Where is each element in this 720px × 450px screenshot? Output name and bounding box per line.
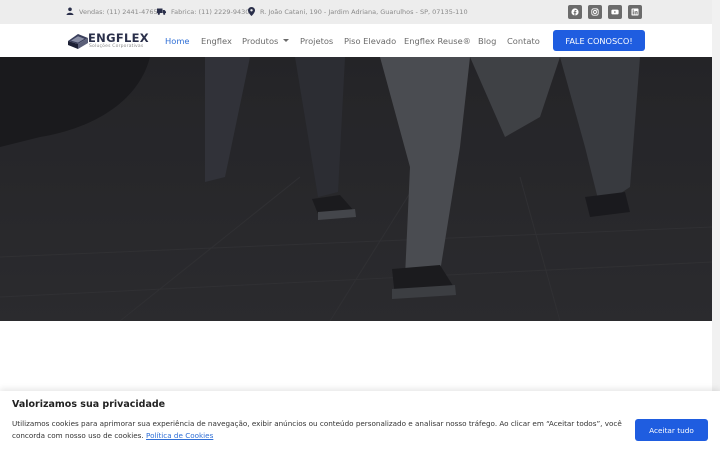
nav-produtos[interactable]: Produtos <box>242 24 290 57</box>
accept-all-button[interactable]: Aceitar tudo <box>635 419 708 441</box>
logo-mark-icon <box>68 34 88 49</box>
nav-home[interactable]: Home <box>165 24 190 57</box>
linkedin-icon[interactable] <box>628 5 642 19</box>
nav-engflex[interactable]: Engflex <box>201 24 232 57</box>
nav-contato[interactable]: Contato <box>507 24 540 57</box>
page-scrollbar[interactable] <box>712 0 720 391</box>
cookie-consent-banner: Valorizamos sua privacidade Utilizamos c… <box>0 391 720 450</box>
top-info-bar: Vendas: (11) 2441-4765 Fabrica: (11) 222… <box>0 0 712 24</box>
facebook-icon[interactable] <box>568 5 582 19</box>
nav-projetos[interactable]: Projetos <box>300 24 333 57</box>
hero-photo-walking-people <box>0 57 712 321</box>
instagram-icon[interactable] <box>588 5 602 19</box>
chevron-down-icon <box>283 39 290 42</box>
nav-produtos-label: Produtos <box>242 35 279 46</box>
page: Vendas: (11) 2441-4765 Fabrica: (11) 222… <box>0 0 720 450</box>
sales-phone: Vendas: (11) 2441-4765 <box>79 8 158 16</box>
engflex-logo[interactable]: ENGFLEX Soluções Corporativas <box>66 30 154 52</box>
factory-phone: Fabrica: (11) 2229-9430 <box>171 8 250 16</box>
cookie-text: Utilizamos cookies para aprimorar sua ex… <box>12 419 622 440</box>
sales-contact[interactable]: Vendas: (11) 2441-4765 <box>66 0 158 24</box>
nav-piso-elevado[interactable]: Piso Elevado <box>344 24 396 57</box>
map-pin-icon <box>248 6 255 18</box>
truck-icon <box>157 8 166 17</box>
person-icon <box>66 7 74 17</box>
contact-us-button[interactable]: FALE CONOSCO! <box>553 30 645 51</box>
cookie-description: Utilizamos cookies para aprimorar sua ex… <box>12 418 622 442</box>
youtube-icon[interactable] <box>608 5 622 19</box>
logo-wordmark: ENGFLEX <box>88 31 149 45</box>
address-info[interactable]: R. João Catani, 190 - Jardim Adriana, Gu… <box>248 0 468 24</box>
address-text: R. João Catani, 190 - Jardim Adriana, Gu… <box>260 8 468 16</box>
hero-banner <box>0 57 712 321</box>
logo-tagline: Soluções Corporativas <box>89 44 144 49</box>
cookie-policy-link[interactable]: Política de Cookies <box>146 431 213 440</box>
nav-blog[interactable]: Blog <box>478 24 496 57</box>
factory-contact[interactable]: Fabrica: (11) 2229-9430 <box>157 0 249 24</box>
cookie-title: Valorizamos sua privacidade <box>12 399 166 410</box>
nav-engflex-reuse[interactable]: Engflex Reuse® <box>404 24 471 57</box>
